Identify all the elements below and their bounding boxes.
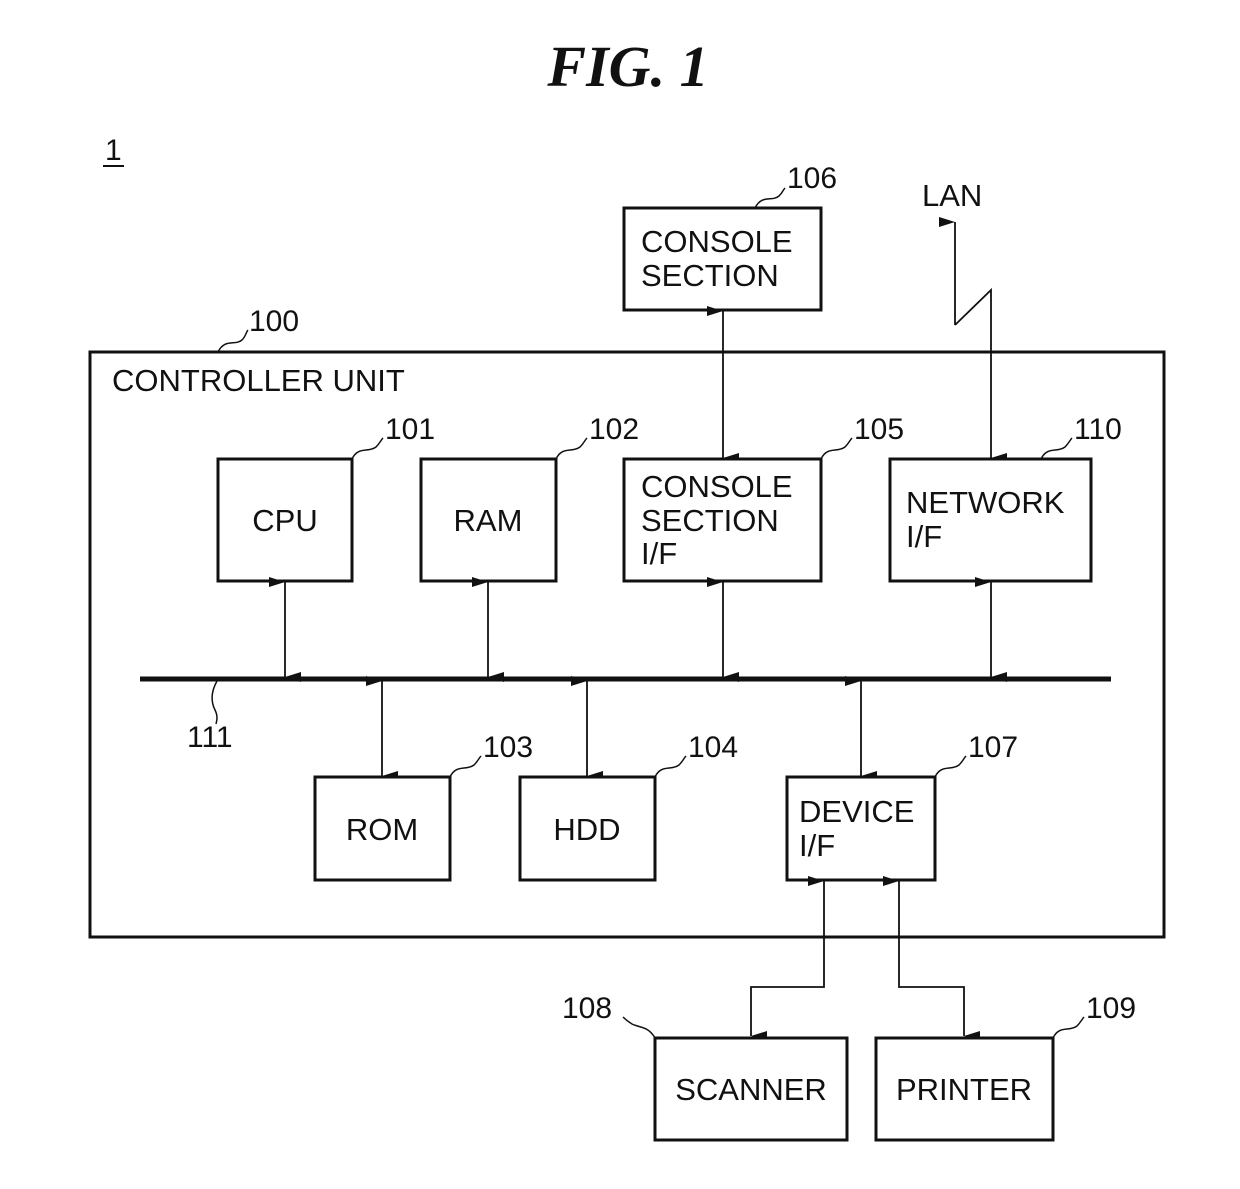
scanner-ref: 108 <box>562 992 612 1025</box>
network-if-label-1: NETWORK <box>906 485 1065 520</box>
network-if-ref: 110 <box>1074 413 1122 446</box>
cpu-ref: 101 <box>385 413 435 446</box>
console-ref: 106 <box>787 162 837 195</box>
device-if-ref: 107 <box>968 731 1018 764</box>
figure-title: FIG. 1 <box>546 34 708 99</box>
console-if-ref: 105 <box>854 413 904 446</box>
printer-ref-leader <box>1052 1016 1085 1039</box>
ram-ref: 102 <box>589 413 639 446</box>
console-section-label-1: CONSOLE <box>641 224 793 259</box>
rom-label: ROM <box>346 812 418 847</box>
block-diagram: FIG. 1 1 CONTROLLER UNIT 100 CONSOLE SEC… <box>88 34 1166 1142</box>
bus-ref: 111 <box>187 721 233 754</box>
controller-ref-leader <box>217 329 249 353</box>
cpu-label: CPU <box>252 503 317 538</box>
device-if-label-2: I/F <box>799 828 835 863</box>
console-if-label-1: CONSOLE <box>641 469 793 504</box>
printer-label: PRINTER <box>896 1072 1032 1107</box>
ram-label: RAM <box>454 503 523 538</box>
console-section-label-2: SECTION <box>641 258 779 293</box>
console-ref-leader <box>754 187 786 209</box>
network-if-label-2: I/F <box>906 519 942 554</box>
console-if-label-2: SECTION <box>641 503 779 538</box>
scanner-label: SCANNER <box>675 1072 827 1107</box>
controller-ref: 100 <box>249 305 299 338</box>
device-if-label-1: DEVICE <box>799 794 914 829</box>
printer-ref: 109 <box>1086 992 1136 1025</box>
system-ref: 1 <box>105 134 122 167</box>
scanner-ref-leader <box>622 1016 656 1039</box>
controller-unit-label: CONTROLLER UNIT <box>112 363 405 398</box>
lan-label: LAN <box>922 178 982 213</box>
console-if-label-3: I/F <box>641 536 677 571</box>
hdd-label: HDD <box>553 812 620 847</box>
rom-ref: 103 <box>483 731 533 764</box>
hdd-ref: 104 <box>688 731 738 764</box>
